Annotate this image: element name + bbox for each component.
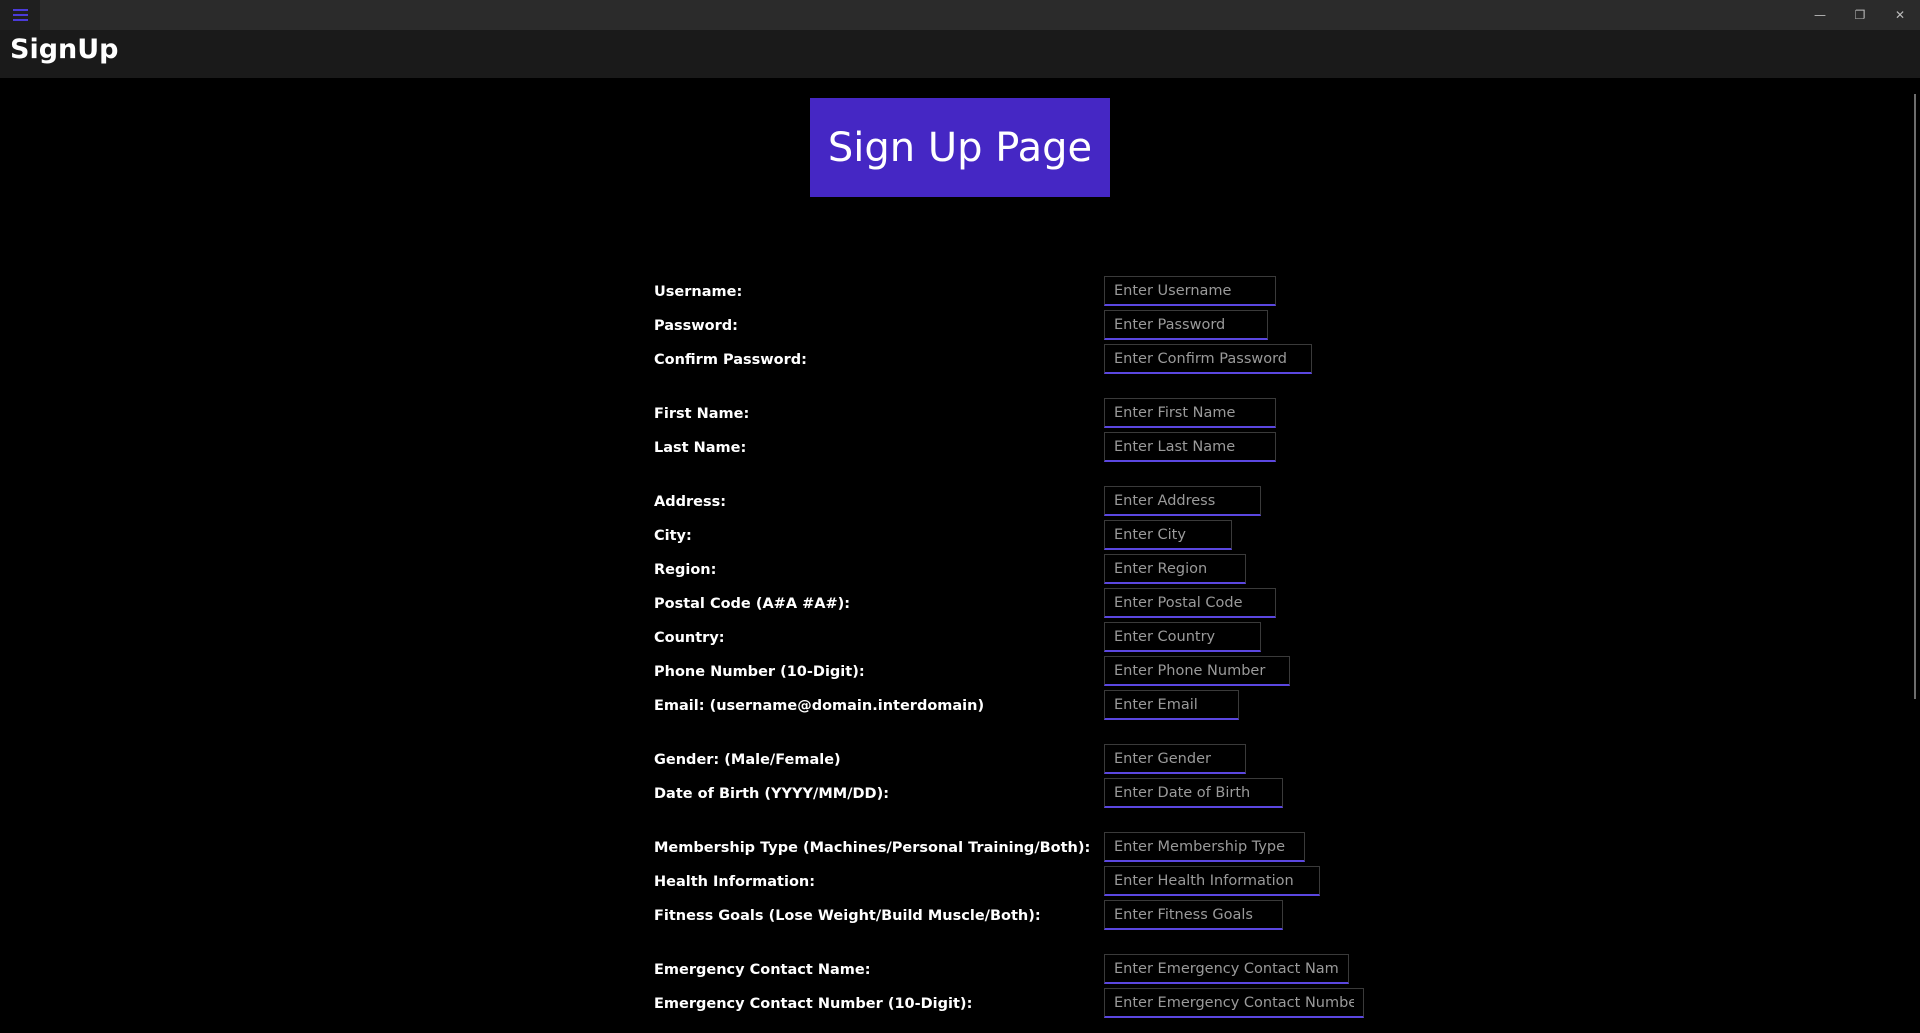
date-of-birth-input[interactable] [1114,784,1273,801]
hamburger-line [12,19,28,21]
form-row-region: Region: [0,554,1920,588]
form-row-password: Password: [0,310,1920,344]
first-name-input[interactable] [1114,404,1266,421]
form-row-address: Address: [0,486,1920,520]
region-field[interactable] [1104,554,1246,584]
form-row-confirm-password: Confirm Password: [0,344,1920,378]
last-name-input[interactable] [1114,438,1266,455]
form-row-health-information: Health Information: [0,866,1920,900]
city-input[interactable] [1114,526,1222,543]
form-row-gender: Gender: (Male/Female) [0,744,1920,778]
emergency-contact-number-input[interactable] [1114,994,1354,1011]
membership-type-field[interactable] [1104,832,1305,862]
emergency-contact-number-field[interactable] [1104,988,1364,1018]
fitness-goals-field[interactable] [1104,900,1283,930]
signup-form-page: Sign Up Page Username: Password: Confirm… [0,78,1920,1033]
form-row-fitness-goals: Fitness Goals (Lose Weight/Build Muscle/… [0,900,1920,934]
country-field[interactable] [1104,622,1261,652]
date-of-birth-label: Date of Birth (YYYY/MM/DD): [654,786,890,802]
country-input[interactable] [1114,628,1251,645]
health-information-field[interactable] [1104,866,1320,896]
first-name-field[interactable] [1104,398,1276,428]
phone-number-label: Phone Number (10-Digit): [654,664,865,680]
address-label: Address: [654,494,727,510]
confirm-password-input[interactable] [1114,350,1302,367]
restore-icon[interactable]: ❐ [1840,0,1880,30]
form-row-country: Country: [0,622,1920,656]
form-row-first-name: First Name: [0,398,1920,432]
first-name-label: First Name: [654,406,750,422]
postal-code-field[interactable] [1104,588,1276,618]
last-name-label: Last Name: [654,440,747,456]
date-of-birth-field[interactable] [1104,778,1283,808]
password-field[interactable] [1104,310,1268,340]
form-row-emergency-contact-name: Emergency Contact Name: [0,954,1920,988]
emergency-contact-name-field[interactable] [1104,954,1349,984]
emergency-contact-name-input[interactable] [1114,960,1339,977]
window-titlebar: — ❐ ✕ [0,0,1920,30]
confirm-password-field[interactable] [1104,344,1312,374]
email-field[interactable] [1104,690,1239,720]
emergency-contact-name-label: Emergency Contact Name: [654,962,871,978]
membership-type-input[interactable] [1114,838,1295,855]
app-title: SignUp [10,34,119,65]
page-title-banner: Sign Up Page [810,98,1110,197]
postal-code-input[interactable] [1114,594,1266,611]
hamburger-line [12,9,28,11]
postal-code-label: Postal Code (A#A #A#): [654,596,851,612]
email-input[interactable] [1114,696,1229,713]
email-label: Email: (username@domain.interdomain) [654,698,985,714]
city-field[interactable] [1104,520,1232,550]
confirm-password-label: Confirm Password: [654,352,807,368]
close-icon[interactable]: ✕ [1880,0,1920,30]
emergency-contact-number-label: Emergency Contact Number (10-Digit): [654,996,973,1012]
hamburger-line [12,14,28,16]
username-field[interactable] [1104,276,1276,306]
form-row-username: Username: [0,276,1920,310]
region-label: Region: [654,562,717,578]
country-label: Country: [654,630,725,646]
phone-number-field[interactable] [1104,656,1290,686]
address-field[interactable] [1104,486,1261,516]
form-row-email: Email: (username@domain.interdomain) [0,690,1920,724]
fitness-goals-input[interactable] [1114,906,1273,923]
region-input[interactable] [1114,560,1236,577]
gender-input[interactable] [1114,750,1236,767]
city-label: City: [654,528,692,544]
membership-type-label: Membership Type (Machines/Personal Train… [654,840,1091,856]
form-row-emergency-contact-number: Emergency Contact Number (10-Digit): [0,988,1920,1022]
fitness-goals-label: Fitness Goals (Lose Weight/Build Muscle/… [654,908,1041,924]
gender-field[interactable] [1104,744,1246,774]
app-header: SignUp [0,30,1920,78]
address-input[interactable] [1114,492,1251,509]
username-label: Username: [654,284,743,300]
health-information-input[interactable] [1114,872,1310,889]
form-row-membership-type: Membership Type (Machines/Personal Train… [0,832,1920,866]
form-row-date-of-birth: Date of Birth (YYYY/MM/DD): [0,778,1920,812]
password-label: Password: [654,318,738,334]
password-input[interactable] [1114,316,1258,333]
form-row-postal-code: Postal Code (A#A #A#): [0,588,1920,622]
hamburger-menu-icon[interactable] [0,0,40,30]
form-row-phone-number: Phone Number (10-Digit): [0,656,1920,690]
page-title: Sign Up Page [827,124,1093,171]
minimize-icon[interactable]: — [1800,0,1840,30]
form-row-last-name: Last Name: [0,432,1920,466]
phone-number-input[interactable] [1114,662,1280,679]
health-information-label: Health Information: [654,874,816,890]
gender-label: Gender: (Male/Female) [654,752,841,768]
last-name-field[interactable] [1104,432,1276,462]
window-controls: — ❐ ✕ [1800,0,1920,30]
form-row-city: City: [0,520,1920,554]
username-input[interactable] [1114,282,1266,299]
